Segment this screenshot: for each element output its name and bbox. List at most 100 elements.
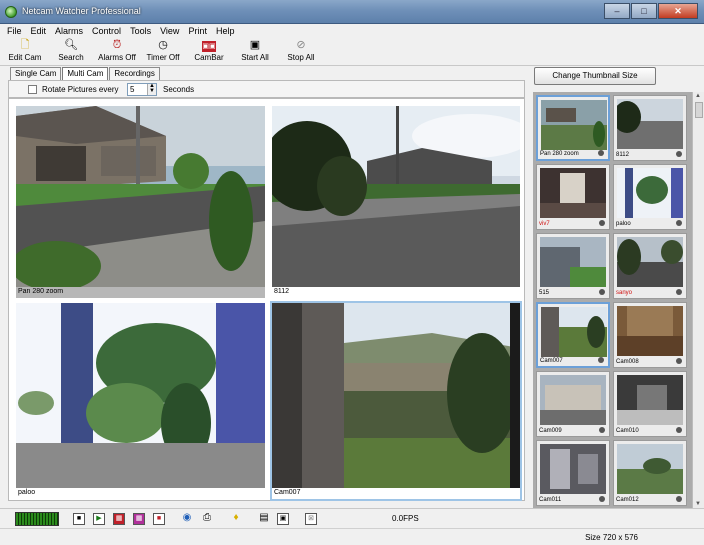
window-title: Netcam Watcher Professional: [22, 6, 141, 16]
menu-bar: File Edit Alarms Control Tools View Prin…: [0, 24, 704, 38]
rotate-label: Rotate Pictures every: [42, 85, 119, 94]
cam-tile-label: Cam007: [274, 489, 301, 496]
menu-file[interactable]: File: [3, 24, 27, 38]
cambar-button[interactable]: ▣▣ CamBar: [186, 38, 232, 65]
stop-recording-icon[interactable]: ■: [73, 513, 85, 525]
maximize-button[interactable]: □: [631, 3, 657, 19]
gear-icon[interactable]: [599, 496, 605, 502]
cam-tile-cam007[interactable]: Cam007: [270, 301, 522, 501]
lightbulb-icon[interactable]: ♦: [230, 513, 242, 525]
gear-icon[interactable]: [676, 289, 682, 295]
gear-icon[interactable]: [676, 496, 682, 502]
menu-view[interactable]: View: [156, 24, 184, 38]
menu-alarms[interactable]: Alarms: [51, 24, 88, 38]
snapshot-icon[interactable]: ▣: [277, 513, 289, 525]
signal-meter: [15, 512, 59, 526]
cam-tile-label: 8112: [274, 288, 290, 295]
cam-tile-paloo[interactable]: paloo: [16, 303, 265, 499]
gear-icon[interactable]: [676, 427, 682, 433]
timer-off-button[interactable]: ◷ Timer Off: [140, 38, 186, 65]
gear-icon[interactable]: [598, 150, 604, 156]
zoom-icon[interactable]: ⊠: [305, 513, 317, 525]
thumbnail-image: [540, 375, 606, 425]
gear-icon[interactable]: [676, 220, 682, 226]
scroll-up-icon[interactable]: ▲: [695, 93, 701, 99]
menu-edit[interactable]: Edit: [27, 24, 52, 38]
thumbnail-label: 515: [539, 290, 550, 296]
main-toolbar: 🗋 Edit Cam 🔍︎ Search ⏰︎ Alarms Off ◷ Tim…: [0, 38, 704, 66]
title-bar: Netcam Watcher Professional – □ ✕: [0, 0, 704, 24]
tab-single-cam[interactable]: Single Cam: [10, 67, 62, 80]
multi-cam-icon[interactable]: ▦: [113, 513, 125, 525]
thumbnail-cam010[interactable]: Cam010: [613, 371, 687, 437]
menu-print[interactable]: Print: [184, 24, 212, 38]
thumbnail-paloo[interactable]: paloo: [613, 164, 687, 230]
play-icon[interactable]: ▶: [93, 513, 105, 525]
change-thumbnail-size-button[interactable]: Change Thumbnail Size: [534, 67, 656, 85]
close-button[interactable]: ✕: [658, 3, 698, 19]
cam-tile-pan-280-zoom[interactable]: Pan 280 zoom: [16, 106, 265, 298]
camera-list-icon[interactable]: ▤: [258, 513, 270, 525]
grid-view-icon[interactable]: ▦: [133, 513, 145, 525]
thumbnail-515[interactable]: 515: [536, 233, 610, 299]
thumbnail-sanyo[interactable]: sanyo: [613, 233, 687, 299]
thumbnail-pan-280-zoom[interactable]: Pan 280 zoom: [536, 95, 610, 161]
thumbnail-viv7[interactable]: viv7: [536, 164, 610, 230]
tab-recordings[interactable]: Recordings: [109, 67, 160, 80]
spinner-arrows-icon[interactable]: ▲ ▼: [147, 83, 156, 95]
rotate-checkbox[interactable]: [28, 85, 37, 94]
camera-feed-image: [16, 303, 265, 488]
thumbnail-cam011[interactable]: Cam011: [536, 440, 610, 506]
scroll-down-icon[interactable]: ▼: [695, 501, 701, 507]
start-all-button[interactable]: ▣ Start All: [232, 38, 278, 65]
thumbnail-8112[interactable]: 8112: [613, 95, 687, 161]
gear-icon[interactable]: [676, 358, 682, 364]
menu-control[interactable]: Control: [88, 24, 126, 38]
edit-cam-label: Edit Cam: [8, 53, 42, 62]
thumbnail-cam009[interactable]: Cam009: [536, 371, 610, 437]
camera-icon: ▣: [249, 39, 261, 51]
search-label: Search: [58, 53, 84, 62]
cambar-icon: ▣▣: [202, 41, 216, 52]
cam-tile-label: Pan 280 zoom: [16, 287, 265, 298]
scroll-thumb[interactable]: [695, 102, 703, 118]
menu-tools[interactable]: Tools: [126, 24, 156, 38]
camera-feed-image: [272, 303, 520, 488]
tab-multi-cam[interactable]: Multi Cam: [62, 67, 109, 81]
thumbnail-cam008[interactable]: Cam008: [613, 302, 687, 368]
thumbnail-scrollbar[interactable]: ▲ ▼: [692, 92, 704, 508]
thumbnail-cam007[interactable]: Cam007: [536, 302, 610, 368]
multi-cam-panel: Pan 280 zoom 8112 paloo Cam007: [8, 98, 525, 501]
printer-icon[interactable]: ⎙: [201, 513, 213, 525]
thumbnail-label: Cam009: [539, 428, 562, 434]
status-bar: Size 720 x 576: [0, 528, 704, 545]
fps-readout: 0.0FPS: [392, 514, 419, 523]
search-icon: 🔍︎: [64, 39, 78, 51]
thumbnail-image: [540, 168, 606, 218]
alarm-icon: ⏰︎: [112, 39, 122, 51]
stop-all-button[interactable]: ⊘ Stop All: [278, 38, 324, 65]
gear-icon[interactable]: [599, 289, 605, 295]
thumbnail-image: [540, 237, 606, 287]
rotate-interval-input[interactable]: 5 ▲ ▼: [127, 83, 157, 96]
thumbnail-image: [541, 100, 607, 150]
record-icon[interactable]: ■: [153, 513, 165, 525]
cam-tile-8112[interactable]: 8112: [272, 106, 520, 298]
globe-icon[interactable]: ◉: [181, 513, 193, 525]
rotate-unit-label: Seconds: [163, 85, 195, 94]
menu-help[interactable]: Help: [212, 24, 240, 38]
edit-icon: 🗋: [20, 39, 30, 51]
cam-tile-label: paloo: [18, 489, 36, 496]
search-button[interactable]: 🔍︎ Search: [48, 38, 94, 65]
thumbnail-image: [617, 375, 683, 425]
alarms-off-button[interactable]: ⏰︎ Alarms Off: [94, 38, 140, 65]
gear-icon[interactable]: [599, 427, 605, 433]
thumbnail-cam012[interactable]: Cam012: [613, 440, 687, 506]
gear-icon[interactable]: [598, 357, 604, 363]
thumbnail-label: Cam012: [616, 497, 639, 503]
gear-icon[interactable]: [599, 220, 605, 226]
timer-icon: ◷: [158, 39, 168, 51]
edit-cam-button[interactable]: 🗋 Edit Cam: [2, 38, 48, 65]
gear-icon[interactable]: [676, 151, 682, 157]
minimize-button[interactable]: –: [604, 3, 630, 19]
